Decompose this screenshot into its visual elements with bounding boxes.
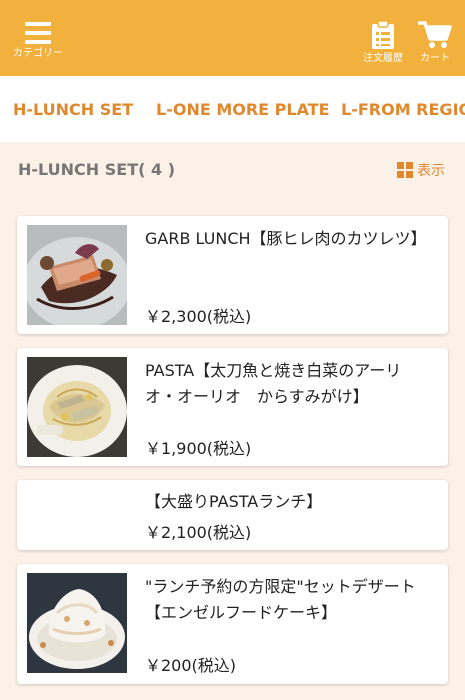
menu-item-card[interactable]: 【大盛りPASTAランチ】 ￥2,100(税込) bbox=[17, 480, 448, 550]
item-photo-angel-food-cake bbox=[27, 573, 127, 673]
item-photo-pasta bbox=[27, 357, 127, 457]
grid-view-icon bbox=[397, 162, 413, 178]
cart-label: カート bbox=[420, 53, 450, 64]
item-price: ￥1,900(税込) bbox=[145, 439, 252, 458]
item-name: GARB LUNCH【豚ヒレ肉のカツレツ】 bbox=[145, 229, 427, 248]
category-menu-button[interactable]: カテゴリー bbox=[6, 22, 70, 60]
menu-item-card[interactable]: "ランチ予約の方限定"セットデザート【エンゼルフードケーキ】 ￥200(税込) bbox=[17, 564, 448, 684]
cart-button[interactable]: カート bbox=[412, 20, 458, 65]
item-price: ￥200(税込) bbox=[145, 656, 237, 675]
section-title: H-LUNCH SET( 4 ) bbox=[18, 160, 176, 179]
category-menu-label: カテゴリー bbox=[13, 48, 63, 59]
item-price: ￥2,300(税込) bbox=[145, 307, 252, 326]
app-header: カテゴリー 注文履歴 カート bbox=[0, 0, 465, 76]
view-toggle-button[interactable]: 表示 bbox=[397, 160, 445, 180]
order-history-button[interactable]: 注文履歴 bbox=[358, 20, 408, 65]
item-name: 【大盛りPASTAランチ】 bbox=[145, 492, 323, 511]
menu-item-card[interactable]: PASTA【太刀魚と焼き白菜のアーリオ・オーリオ からすみがけ】 ￥1,900(… bbox=[17, 348, 448, 466]
item-name: PASTA【太刀魚と焼き白菜のアーリオ・オーリオ からすみがけ】 bbox=[145, 361, 402, 406]
cart-icon bbox=[418, 21, 452, 48]
tab-l-from-region[interactable]: L-FROM REGION bbox=[341, 100, 465, 119]
menu-item-card[interactable]: GARB LUNCH【豚ヒレ肉のカツレツ】 ￥2,300(税込) bbox=[17, 216, 448, 334]
clipboard-icon bbox=[372, 20, 394, 49]
item-name: "ランチ予約の方限定"セットデザート【エンゼルフードケーキ】 bbox=[145, 577, 416, 622]
view-toggle-label: 表示 bbox=[417, 163, 445, 179]
item-price: ￥2,100(税込) bbox=[145, 523, 252, 542]
tab-l-one-more-plate[interactable]: L-ONE MORE PLATE bbox=[156, 100, 330, 119]
order-history-label: 注文履歴 bbox=[363, 53, 403, 64]
category-tabs: H-LUNCH SET L-ONE MORE PLATE L-FROM REGI… bbox=[0, 76, 465, 142]
tab-h-lunch-set[interactable]: H-LUNCH SET bbox=[13, 100, 133, 119]
item-photo-pork-cutlet bbox=[27, 225, 127, 325]
hamburger-icon bbox=[25, 22, 51, 44]
